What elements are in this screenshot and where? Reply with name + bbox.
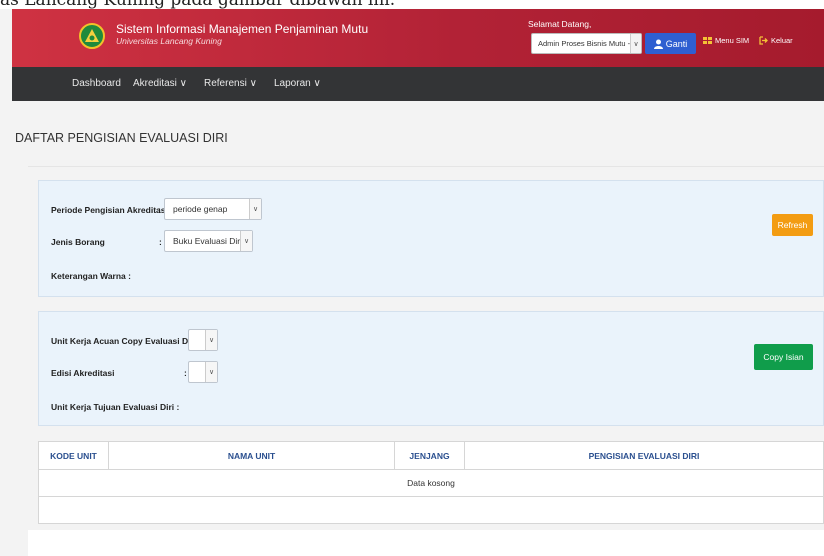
periode-select[interactable]: periode genap ∨: [164, 198, 262, 220]
grid-icon: [703, 37, 712, 44]
app-subtitle: Universitas Lancang Kuning: [116, 36, 222, 46]
nav-item-dashboard[interactable]: Dashboard: [72, 78, 121, 89]
role-select-value: Admin Proses Bisnis Mutu - l: [538, 39, 634, 48]
chevron-down-icon: ∨: [205, 330, 217, 350]
column-header-jenjang: JENJANG: [394, 441, 465, 470]
chevron-down-icon: ∨: [240, 231, 252, 251]
jenis-colon: :: [159, 237, 162, 247]
page-title: DAFTAR PENGISIAN EVALUASI DIRI: [15, 131, 228, 145]
university-logo-icon: [79, 23, 105, 49]
table-row: Data kosong: [38, 469, 824, 497]
ganti-button[interactable]: Ganti: [645, 33, 696, 54]
chevron-down-icon: ∨: [630, 34, 641, 53]
keluar-label: Keluar: [771, 36, 793, 45]
keluar-link[interactable]: Keluar: [759, 36, 793, 45]
app-header: Sistem Informasi Manajemen Penjaminan Mu…: [12, 9, 824, 67]
filter-panel: Periode Pengisian Akreditasi : periode g…: [38, 180, 824, 297]
user-icon: [653, 39, 663, 49]
column-header-kode-unit: KODE UNIT: [38, 441, 109, 470]
jenis-borang-select[interactable]: Buku Evaluasi Diri ∨: [164, 230, 253, 252]
refresh-button[interactable]: Refresh: [772, 214, 813, 236]
evaluasi-table: KODE UNIT NAMA UNIT JENJANG PENGISIAN EV…: [38, 441, 824, 524]
unit-acuan-select[interactable]: ∨: [188, 329, 218, 351]
table-row: [38, 496, 824, 524]
ganti-button-label: Ganti: [665, 38, 688, 49]
menu-sim-label: Menu SIM: [715, 36, 750, 45]
sign-out-icon: [759, 36, 768, 45]
unit-acuan-label: Unit Kerja Acuan Copy Evaluasi Diri: [51, 336, 197, 346]
divider: [28, 166, 824, 167]
keterangan-warna-label: Keterangan Warna :: [51, 271, 131, 281]
app-title: Sistem Informasi Manajemen Penjaminan Mu…: [116, 22, 369, 36]
copy-panel: Unit Kerja Acuan Copy Evaluasi Diri : ∨ …: [38, 311, 824, 426]
table-header-row: KODE UNIT NAMA UNIT JENJANG PENGISIAN EV…: [38, 441, 824, 470]
unit-tujuan-label: Unit Kerja Tujuan Evaluasi Diri :: [51, 402, 180, 412]
chevron-down-icon: ∨: [249, 199, 261, 219]
nav-item-laporan[interactable]: Laporan ∨: [274, 78, 321, 89]
copy-isian-button[interactable]: Copy Isian: [754, 344, 813, 370]
document-caption-text: as Lancang Kuning pada gambar dibawah in…: [0, 0, 824, 9]
welcome-text: Selamat Datang,: [528, 19, 592, 29]
chevron-down-icon: ∨: [205, 362, 217, 382]
app-root: as Lancang Kuning pada gambar dibawah in…: [0, 0, 824, 556]
periode-select-value: periode genap: [173, 204, 228, 214]
edisi-colon: :: [184, 368, 187, 378]
empty-state-text: Data kosong: [38, 469, 824, 497]
periode-colon: :: [158, 205, 161, 215]
content-footer-area: [28, 530, 824, 556]
menu-sim-link[interactable]: Menu SIM: [703, 36, 749, 45]
role-select[interactable]: Admin Proses Bisnis Mutu - l ∨: [531, 33, 642, 54]
nav-item-akreditasi[interactable]: Akreditasi ∨: [133, 78, 187, 89]
column-header-nama-unit: NAMA UNIT: [108, 441, 395, 470]
edisi-akreditasi-select[interactable]: ∨: [188, 361, 218, 383]
main-nav: Dashboard Akreditasi ∨ Referensi ∨ Lapor…: [12, 67, 824, 101]
unit-acuan-colon: :: [182, 336, 185, 346]
edisi-akreditasi-label: Edisi Akreditasi: [51, 368, 115, 378]
nav-item-referensi[interactable]: Referensi ∨: [204, 78, 257, 89]
jenis-borang-label: Jenis Borang: [51, 237, 105, 247]
jenis-borang-select-value: Buku Evaluasi Diri: [173, 236, 242, 246]
periode-label: Periode Pengisian Akreditasi: [51, 205, 168, 215]
column-header-pengisian: PENGISIAN EVALUASI DIRI: [464, 441, 824, 470]
empty-row-cell: [38, 496, 824, 524]
